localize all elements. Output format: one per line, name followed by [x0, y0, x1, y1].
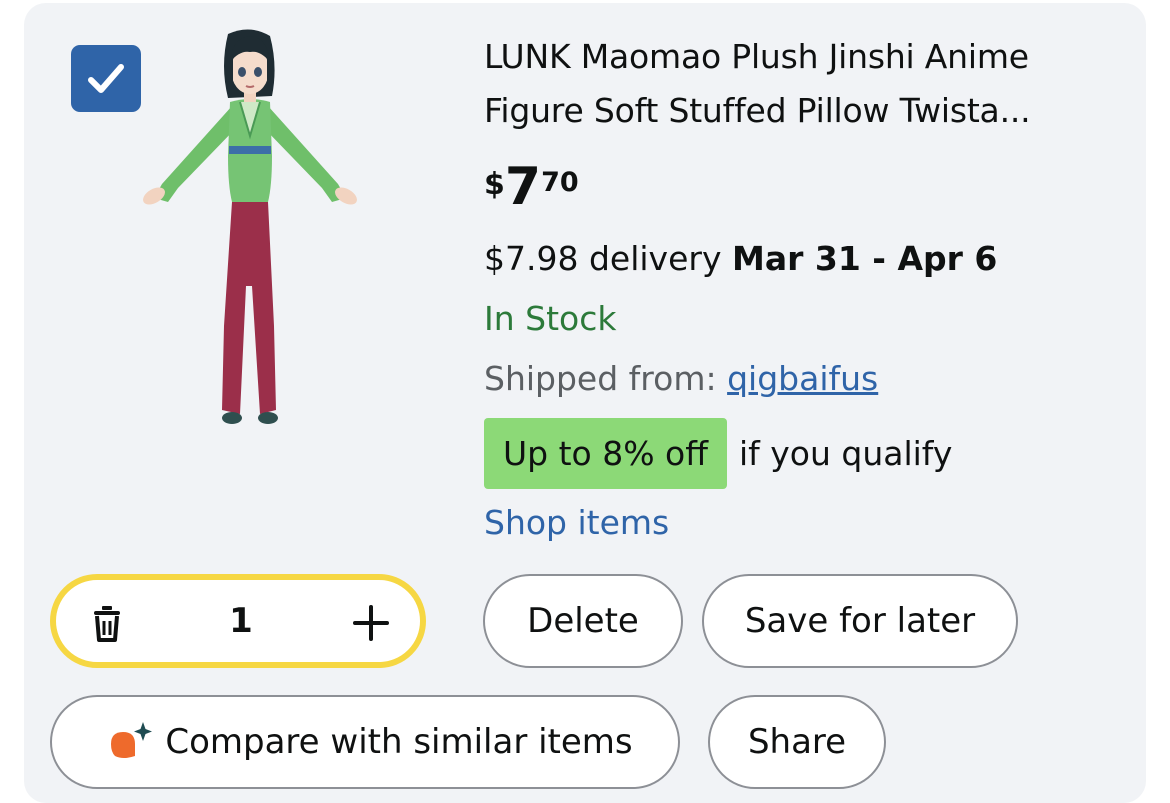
price-fraction: 70	[541, 167, 579, 198]
price-currency: $	[484, 167, 505, 202]
shipped-from: Shipped from: qigbaifus	[484, 356, 878, 402]
discount-badge[interactable]: Up to 8% off	[484, 418, 727, 489]
product-title[interactable]: LUNK Maomao Plush Jinshi Anime Figure So…	[484, 30, 1124, 138]
product-image[interactable]	[132, 26, 368, 434]
delete-button[interactable]: Delete	[483, 574, 683, 668]
check-icon	[88, 63, 124, 93]
item-select-checkbox[interactable]	[71, 45, 141, 112]
compare-label: Compare with similar items	[165, 722, 633, 762]
product-price: $770	[484, 157, 579, 217]
delivery-fee: $7.98 delivery	[484, 239, 722, 278]
stock-status: In Stock	[484, 299, 617, 338]
seller-link[interactable]: qigbaifus	[727, 359, 878, 398]
delivery-info: $7.98 delivery Mar 31 - Apr 6	[484, 236, 997, 282]
shipped-from-label: Shipped from:	[484, 359, 717, 398]
trash-icon[interactable]	[86, 602, 128, 644]
price-whole: 7	[504, 157, 542, 217]
discount-condition: if you qualify	[738, 434, 953, 473]
delivery-dates: Mar 31 - Apr 6	[731, 239, 998, 278]
plus-icon[interactable]	[352, 604, 390, 642]
shop-items-link[interactable]: Shop items	[484, 500, 669, 546]
share-button[interactable]: Share	[708, 695, 886, 789]
compare-sparkle-icon	[111, 722, 153, 758]
quantity-stepper: 1	[50, 574, 426, 668]
compare-similar-button[interactable]: Compare with similar items	[50, 695, 680, 789]
discount-offer: Up to 8% off if you qualify	[484, 418, 952, 489]
quantity-value: 1	[229, 601, 253, 641]
save-for-later-button[interactable]: Save for later	[702, 574, 1018, 668]
